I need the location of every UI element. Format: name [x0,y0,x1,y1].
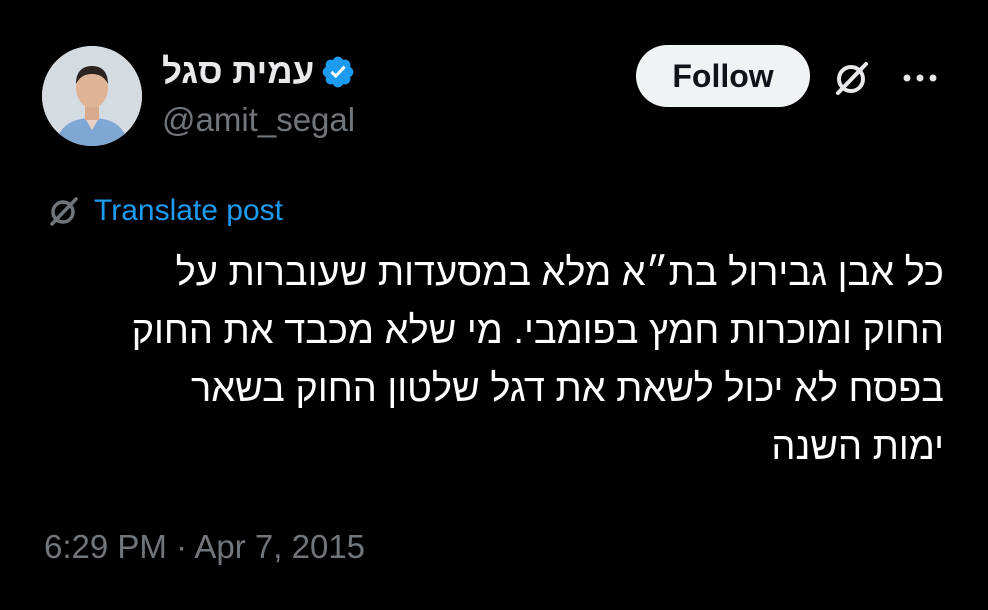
translate-icon [44,191,84,231]
display-name-text[interactable]: עמית סגל [162,52,314,92]
display-name[interactable]: עמית סגל [162,50,356,94]
post-text-line: בפסח לא יכול לשאת את דגל שלטון החוק בשאר [191,368,944,410]
post-text-line: ימות השנה [771,426,944,468]
post-text-line: כל אבן גבירול בת״א מלא במסעדות שעוברות ע… [175,252,944,294]
translate-post-link[interactable]: Translate post [44,190,283,232]
more-icon[interactable] [897,66,943,90]
follow-button[interactable]: Follow [636,45,810,107]
avatar[interactable] [42,46,142,146]
post-text: כל אבן גבירול בת״א מלא במסעדות שעוברות ע… [34,244,944,476]
grok-icon[interactable] [829,55,875,101]
user-handle[interactable]: @amit_segal [162,101,355,139]
verified-badge-icon [320,54,356,90]
translate-post-label[interactable]: Translate post [94,194,283,228]
post-text-line: החוק ומוכרות חמץ בפומבי. מי שלא מכבד את … [131,310,944,352]
post-timestamp[interactable]: 6:29 PM · Apr 7, 2015 [44,528,365,566]
